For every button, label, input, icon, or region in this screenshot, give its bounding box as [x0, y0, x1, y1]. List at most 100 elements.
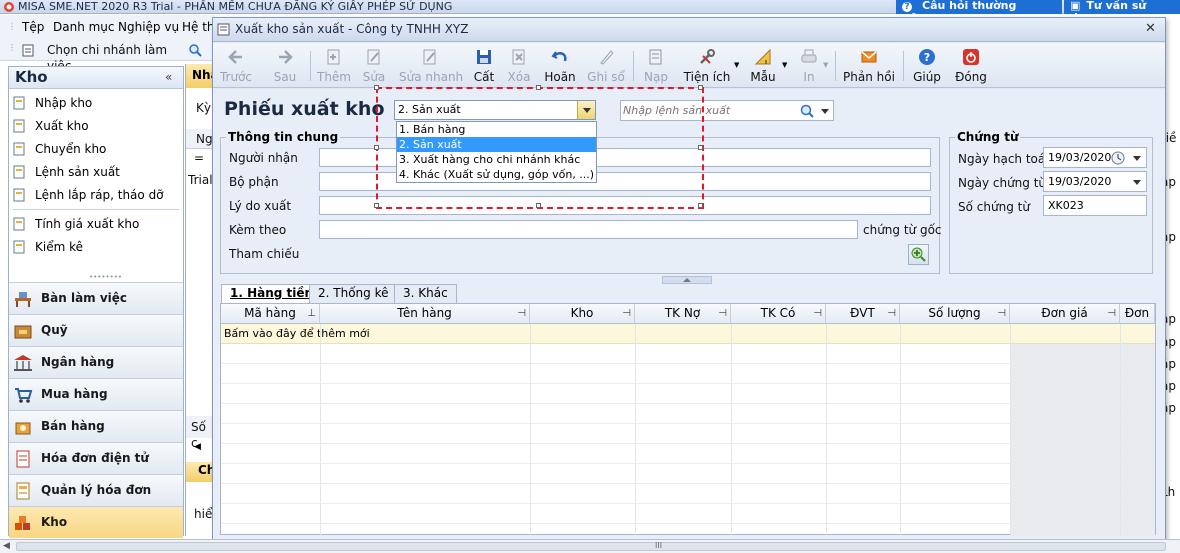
- delete-button[interactable]: Xóa: [505, 46, 533, 86]
- column-header[interactable]: Số lượng ⊣: [900, 304, 1010, 324]
- nav-item-xuat-kho[interactable]: Xuất kho: [11, 115, 181, 137]
- module-ban-lam-viec[interactable]: Bàn làm việc: [9, 282, 183, 314]
- faq-button[interactable]: ?Câu hỏi thường gặp⌄: [896, 0, 1062, 24]
- panel-splitter[interactable]: [662, 276, 712, 284]
- column-header[interactable]: Đơn: [1120, 304, 1155, 324]
- scroll-thumb[interactable]: [16, 542, 1166, 551]
- attached-input[interactable]: [319, 220, 858, 239]
- utilities-dropdown-icon[interactable]: ▼: [734, 61, 739, 69]
- template-dropdown-icon[interactable]: ▼: [782, 61, 787, 69]
- clock-icon[interactable]: [1110, 150, 1126, 166]
- voucher-no-input[interactable]: XK023: [1043, 195, 1147, 216]
- dialog-close-icon[interactable]: ✕: [1145, 21, 1156, 36]
- pin-icon[interactable]: ⊣: [1107, 304, 1116, 323]
- document-icon: [22, 44, 34, 57]
- module-mua-hang[interactable]: Mua hàng: [9, 378, 183, 410]
- save-button[interactable]: Cất: [471, 46, 497, 86]
- menu-system[interactable]: Hệ th: [182, 19, 214, 35]
- print-dropdown-icon[interactable]: ▼: [823, 61, 828, 69]
- pin-icon[interactable]: ⊣: [887, 304, 896, 323]
- menu-file[interactable]: Tệp: [22, 19, 44, 35]
- chevron-down-icon[interactable]: [820, 106, 830, 116]
- chevron-down-icon[interactable]: [1132, 153, 1142, 163]
- feedback-button[interactable]: Phản hồi: [843, 46, 895, 86]
- pin-icon[interactable]: ⊥: [307, 304, 316, 323]
- nav-item-lenh-san-xuat[interactable]: Lệnh sản xuất: [11, 161, 181, 183]
- close-button[interactable]: Đóng: [953, 46, 989, 86]
- column-header[interactable]: Mã hàng ⊥: [221, 304, 320, 324]
- column-header[interactable]: Kho ⊣: [530, 304, 635, 324]
- voucher-date-picker[interactable]: 19/03/2020: [1043, 171, 1147, 192]
- print-button[interactable]: In: [795, 46, 823, 86]
- collapse-icon[interactable]: «: [165, 70, 172, 84]
- column-header[interactable]: Đơn giá ⊣: [1010, 304, 1120, 324]
- horizontal-scrollbar[interactable]: ◀ III: [0, 539, 1180, 553]
- menu-operations[interactable]: Nghiệp vụ: [118, 19, 179, 35]
- envelope-icon: [861, 51, 877, 63]
- utilities-button[interactable]: Tiện ích: [681, 46, 733, 86]
- help-button[interactable]: ? Giúp: [911, 46, 943, 86]
- column-header[interactable]: TK Có ⊣: [731, 304, 826, 324]
- quick-edit-icon: [423, 49, 436, 65]
- quick-edit-button[interactable]: Sửa nhanh: [399, 46, 463, 86]
- tab-statistics[interactable]: 2. Thống kê: [309, 284, 398, 303]
- pin-icon[interactable]: ⊣: [718, 304, 727, 323]
- resize-handle[interactable]: [698, 145, 703, 150]
- add-reference-button[interactable]: [908, 244, 929, 265]
- module-quy[interactable]: Quỹ: [9, 314, 183, 346]
- pin-icon[interactable]: ⊣: [997, 304, 1006, 323]
- module-quan-ly-hoa-don[interactable]: Quản lý hóa đơn: [9, 474, 183, 506]
- resize-handle[interactable]: [698, 85, 703, 90]
- grid-row-line: [221, 423, 1155, 424]
- module-ngan-hang[interactable]: Ngân hàng: [9, 346, 183, 378]
- nav-item-kiem-ke[interactable]: Kiểm kê: [11, 236, 181, 258]
- nav-item-nhap-kho[interactable]: Nhập kho: [11, 92, 181, 114]
- nav-item-lenh-lap-rap[interactable]: Lệnh lắp ráp, tháo dỡ: [11, 184, 181, 206]
- load-icon: [649, 49, 662, 65]
- form-icon: [217, 23, 230, 36]
- search-icon[interactable]: [188, 43, 202, 57]
- pin-icon[interactable]: ⊣: [517, 304, 526, 323]
- column-header[interactable]: Tên hàng ⊣: [320, 304, 530, 324]
- readonly-columns: [1010, 344, 1155, 536]
- module-kho[interactable]: Kho: [9, 506, 183, 538]
- add-new-row[interactable]: Bấm vào đây để thêm mới: [221, 324, 1155, 344]
- module-hoa-don-dien-tu[interactable]: Hóa đơn điện tử: [9, 442, 183, 474]
- document-icon: [13, 240, 25, 254]
- search-icon[interactable]: [799, 103, 815, 119]
- add-button[interactable]: Thêm: [316, 46, 352, 86]
- column-header[interactable]: ĐVT ⊣: [826, 304, 900, 324]
- next-button[interactable]: Sau: [267, 46, 303, 86]
- edit-button[interactable]: Sửa: [359, 46, 389, 86]
- resize-handle[interactable]: [536, 203, 541, 208]
- template-button[interactable]: Mẫu: [745, 46, 781, 86]
- chevron-up-icon: [683, 278, 691, 282]
- nav-item-chuyen-kho[interactable]: Chuyển kho: [11, 138, 181, 160]
- module-ban-hang[interactable]: Bán hàng: [9, 410, 183, 442]
- resize-handle[interactable]: [374, 203, 379, 208]
- tab-items-money[interactable]: 1. Hàng tiền: [221, 284, 323, 303]
- grid-line: [635, 324, 636, 536]
- resize-handle[interactable]: [536, 85, 541, 90]
- posting-date-picker[interactable]: 19/03/2020: [1043, 147, 1147, 168]
- consult-button[interactable]: ▣Tư vấn sử dụng: [1064, 0, 1180, 24]
- resize-handle[interactable]: [374, 145, 379, 150]
- undo-button[interactable]: Hoãn: [543, 46, 577, 86]
- post-button[interactable]: Ghi sổ: [587, 46, 625, 86]
- tab-other[interactable]: 3. Khác: [394, 284, 457, 303]
- pin-icon[interactable]: ⊣: [622, 304, 631, 323]
- resize-handle[interactable]: [374, 85, 379, 90]
- prev-button[interactable]: Trước: [217, 46, 255, 86]
- document-icon: [13, 217, 25, 231]
- nav-item-tinh-gia-xuat-kho[interactable]: Tính giá xuất kho: [11, 213, 181, 235]
- column-header[interactable]: TK Nợ ⊣: [635, 304, 731, 324]
- pin-icon[interactable]: ⊣: [813, 304, 822, 323]
- scroll-left-icon[interactable]: ◀: [194, 442, 201, 452]
- load-button[interactable]: Nạp: [641, 46, 671, 86]
- scroll-left-icon[interactable]: ◀: [3, 541, 10, 551]
- menu-catalog[interactable]: Danh mục: [53, 19, 115, 35]
- chevron-down-icon[interactable]: [1132, 177, 1142, 187]
- resize-handle[interactable]: [698, 203, 703, 208]
- choose-branch-button[interactable]: Chọn chi nhánh làm việc: [22, 42, 192, 73]
- splitter-grip[interactable]: ••••••••: [89, 273, 122, 281]
